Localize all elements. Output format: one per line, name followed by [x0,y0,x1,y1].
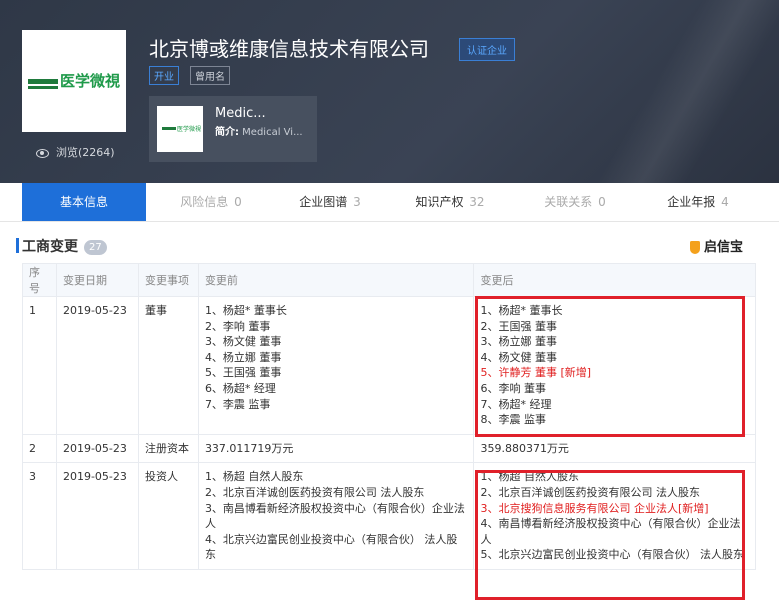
after-line-new: 3、北京搜狗信息服务有限公司 企业法人[新增] [480,501,709,515]
before-line: 3、南昌博看新经济股权投资中心（有限合伙）企业法人 [204,501,465,531]
before-line: 1、杨超 自然人股东 [204,470,304,484]
row-index: 1 [22,296,57,435]
row-item: 注册资本 [137,433,199,464]
company-logo: 医学微視 [22,30,126,132]
section-count-badge: 27 [84,239,107,255]
product-card[interactable]: 医学微視 Medic... 简介: Medical Vi... [149,96,317,162]
row-item: 董事 [137,296,199,435]
row-date: 2019-05-23 [55,433,139,464]
before-line: 5、王国强 董事 [204,366,282,380]
row-index: 2 [22,433,57,464]
header-decoration [559,0,779,183]
company-name: 北京博彧维康信息技术有限公司 [149,37,429,61]
section-title: 工商变更 27 [16,236,107,256]
company-header: 医学微視 浏览(2264) 北京博彧维康信息技术有限公司 认证企业 开业 曾用名… [0,0,779,183]
after-line: 1、杨超 自然人股东 [480,470,579,484]
before-line: 2、李响 董事 [204,319,271,333]
col-date: 变更日期 [55,263,139,297]
tab-risk-info[interactable]: 风险信息 0 [165,183,257,221]
after-line: 4、杨文健 董事 [480,350,557,364]
table-row: 3 2019-05-23 投资人 1、杨超 自然人股东 2、北京百洋诚创医药投资有限公司… [22,462,756,570]
table-row: 1 2019-05-23 董事 1、杨超* 董事长 2、李响 董事 3、杨文健 董事 4、杨… [22,296,756,435]
logo-mark [28,79,58,89]
after-line: 2、北京百洋诚创医药投资有限公司 法人股东 [480,485,700,499]
row-before: 1、杨超 自然人股东 2、北京百洋诚创医药投资有限公司 法人股东 3、南昌博看新经济… [197,462,475,570]
status-tag-open: 开业 [149,66,179,85]
tab-ip[interactable]: 知识产权 32 [400,183,500,221]
tab-basic-info[interactable]: 基本信息 [22,183,146,221]
row-date: 2019-05-23 [55,296,139,435]
after-line: 359.880371万元 [480,441,569,455]
row-before: 1、杨超* 董事长 2、李响 董事 3、杨文健 董事 4、杨立娜 董事 5、王国强 董事… [197,296,475,435]
table-header-row: 序号 变更日期 变更事项 变更前 变更后 [22,263,756,297]
tab-enterprise-graph[interactable]: 企业图谱 3 [280,183,380,221]
after-line: 1、杨超* 董事长 [480,304,563,317]
col-item: 变更事项 [137,263,199,297]
product-thumbnail: 医学微視 [157,106,203,152]
after-line: 4、南昌博看新经济股权投资中心（有限合伙）企业法人 [480,517,741,546]
shield-icon [690,241,700,254]
row-before: 337.011719万元 [197,433,475,464]
table-row: 2 2019-05-23 注册资本 337.011719万元 359.880371万元 [22,433,756,464]
row-index: 3 [22,462,57,570]
row-after: 1、杨超 自然人股东 2、北京百洋诚创医药投资有限公司 法人股东 3、北京搜狗信息服… [473,462,756,570]
after-line: 6、李响 董事 [480,381,546,395]
row-after: 359.880371万元 [473,433,756,464]
before-line: 4、杨立娜 董事 [204,350,282,364]
logo-text: 医学微視 [60,72,121,90]
tab-bar: 基本信息 风险信息 0 企业图谱 3 知识产权 32 关联关系 0 企业年报 4 [0,183,779,222]
certified-badge[interactable]: 认证企业 [459,38,515,61]
before-line: 1、杨超* 董事长 [204,304,287,317]
before-line: 3、杨文健 董事 [204,335,282,349]
before-line: 337.011719万元 [204,441,294,455]
before-line: 7、李震 监事 [204,397,271,411]
tab-relations[interactable]: 关联关系 0 [525,183,625,221]
view-count: 浏览(2264) [36,144,115,160]
col-index: 序号 [22,263,57,297]
tab-annual-report[interactable]: 企业年报 4 [648,183,748,221]
col-after: 变更后 [473,263,756,297]
row-item: 投资人 [137,462,199,570]
change-table: 序号 变更日期 变更事项 变更前 变更后 1 2019-05-23 董事 1、杨超* … [22,263,756,570]
after-line: 8、李震 监事 [480,413,546,427]
former-name-tag[interactable]: 曾用名 [190,66,230,85]
before-line: 2、北京百洋诚创医药投资有限公司 法人股东 [204,485,425,499]
after-line: 7、杨超* 经理 [480,397,552,411]
after-line: 5、北京兴边富民创业投资中心（有限合伙） 法人股东 [480,548,744,562]
after-line: 3、杨立娜 董事 [480,335,557,349]
eye-icon [36,148,49,158]
row-date: 2019-05-23 [55,462,139,570]
before-line: 4、北京兴边富民创业投资中心（有限合伙） 法人股东 [204,532,458,562]
after-line: 2、王国强 董事 [480,319,557,333]
product-description: 简介: Medical Vi... [215,127,303,138]
view-count-text: 浏览(2264) [56,146,115,159]
after-line-new: 5、许静芳 董事 [新增] [480,366,592,380]
col-before: 变更前 [197,263,475,297]
row-after: 1、杨超* 董事长 2、王国强 董事 3、杨立娜 董事 4、杨文健 董事 5、许静芳 董… [473,296,756,435]
brand-logo: 启信宝 [690,236,743,255]
before-line: 6、杨超* 经理 [204,381,276,395]
product-name: Medic... [215,106,266,121]
